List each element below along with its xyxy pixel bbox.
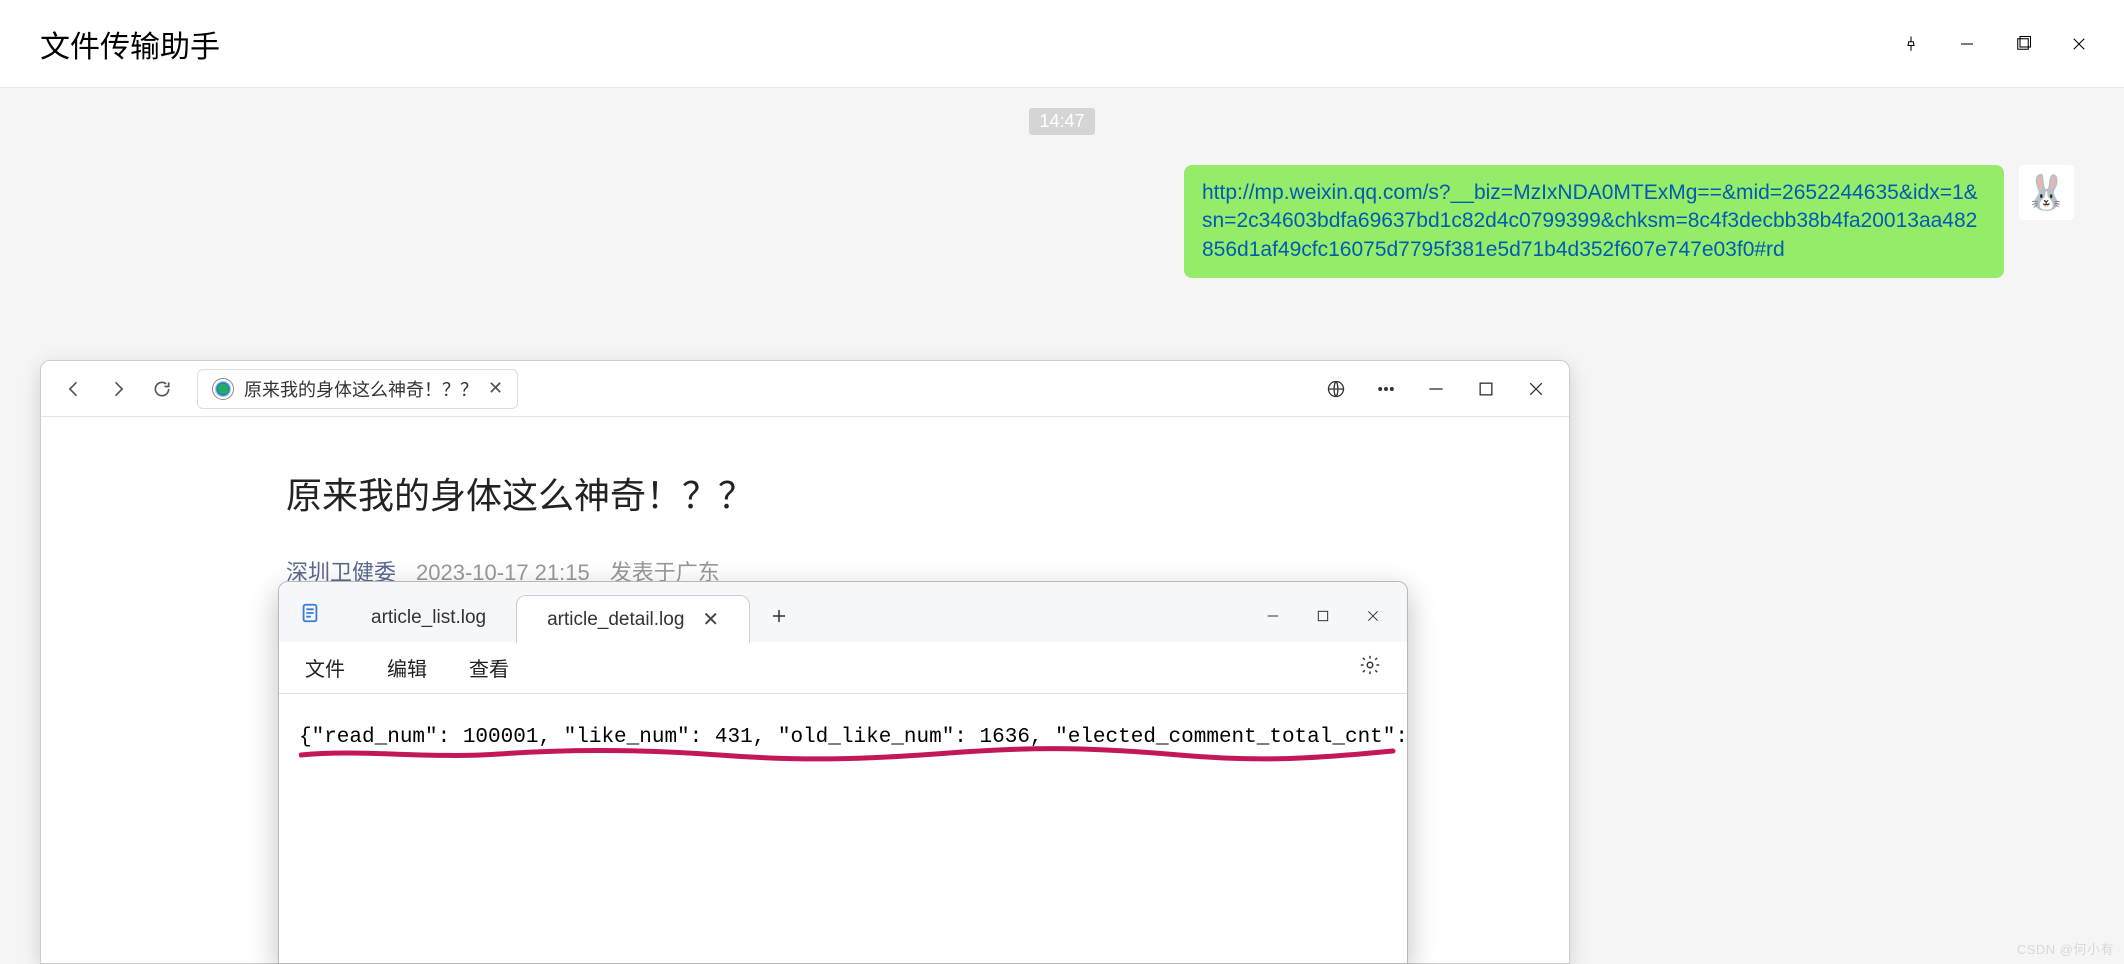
- maximize-icon[interactable]: [2012, 33, 2034, 55]
- menu-file[interactable]: 文件: [305, 653, 345, 682]
- chat-body: 14:47 http://mp.weixin.qq.com/s?__biz=Mz…: [0, 88, 2124, 964]
- notepad-close-icon[interactable]: [1363, 606, 1383, 626]
- settings-gear-icon[interactable]: [1359, 654, 1381, 682]
- message-link-text[interactable]: http://mp.weixin.qq.com/s?__biz=MzIxNDA0…: [1202, 181, 1978, 261]
- menu-edit[interactable]: 编辑: [387, 653, 427, 682]
- browser-tab[interactable]: 原来我的身体这么神奇！？？ ✕: [197, 369, 518, 409]
- notepad-tab-active[interactable]: article_detail.log ✕: [516, 595, 750, 643]
- refresh-icon[interactable]: [147, 374, 177, 404]
- article-content: 原来我的身体这么神奇！？？ 深圳卫健委 2023-10-17 21:15 发表于…: [41, 417, 1569, 587]
- browser-toolbar: 原来我的身体这么神奇！？？ ✕: [41, 361, 1569, 417]
- avatar-emoji: 🐰: [2025, 173, 2067, 213]
- back-icon[interactable]: [59, 374, 89, 404]
- browser-maximize-icon[interactable]: [1475, 378, 1497, 400]
- notepad-tab-label: article_detail.log: [547, 609, 684, 631]
- forward-icon[interactable]: [103, 374, 133, 404]
- notepad-tab-label: article_list.log: [371, 607, 486, 629]
- browser-tab-title: 原来我的身体这么神奇！？？: [244, 376, 478, 402]
- watermark: CSDN @何小有: [2017, 939, 2114, 958]
- notepad-maximize-icon[interactable]: [1313, 606, 1333, 626]
- notepad-window: article_list.log article_detail.log ✕ 文件…: [278, 581, 1408, 964]
- browser-nav: [49, 374, 187, 404]
- article-title: 原来我的身体这么神奇！？？: [286, 467, 1569, 519]
- favicon-icon: [212, 378, 234, 400]
- more-icon[interactable]: [1375, 378, 1397, 400]
- globe-icon[interactable]: [1325, 378, 1347, 400]
- chat-timestamp: 14:47: [1029, 108, 1094, 135]
- message-row: http://mp.weixin.qq.com/s?__biz=MzIxNDA0…: [0, 135, 2124, 278]
- close-icon[interactable]: [2068, 33, 2090, 55]
- notepad-window-controls: [1263, 606, 1407, 642]
- browser-right-controls: [1325, 378, 1561, 400]
- browser-close-icon[interactable]: [1525, 378, 1547, 400]
- tab-close-icon[interactable]: ✕: [488, 378, 503, 399]
- notepad-minimize-icon[interactable]: [1263, 606, 1283, 626]
- annotation-underline: [299, 745, 1387, 763]
- notepad-new-tab-icon[interactable]: [750, 607, 808, 630]
- pin-icon[interactable]: [1900, 33, 1922, 55]
- menu-view[interactable]: 查看: [469, 653, 509, 682]
- notepad-menubar: 文件 编辑 查看: [279, 642, 1407, 694]
- notepad-app-icon: [297, 600, 323, 626]
- chat-window-header: 文件传输助手: [0, 0, 2124, 88]
- avatar[interactable]: 🐰: [2019, 165, 2074, 220]
- message-bubble[interactable]: http://mp.weixin.qq.com/s?__biz=MzIxNDA0…: [1184, 165, 2004, 278]
- notepad-tab-close-icon[interactable]: ✕: [702, 607, 719, 632]
- chat-title: 文件传输助手: [40, 22, 220, 66]
- notepad-content[interactable]: {"read_num": 100001, "like_num": 431, "o…: [279, 694, 1407, 795]
- browser-minimize-icon[interactable]: [1425, 378, 1447, 400]
- window-controls: [1900, 33, 2124, 55]
- notepad-tab-inactive[interactable]: article_list.log: [341, 594, 516, 642]
- notepad-titlebar: article_list.log article_detail.log ✕: [279, 582, 1407, 642]
- minimize-icon[interactable]: [1956, 33, 1978, 55]
